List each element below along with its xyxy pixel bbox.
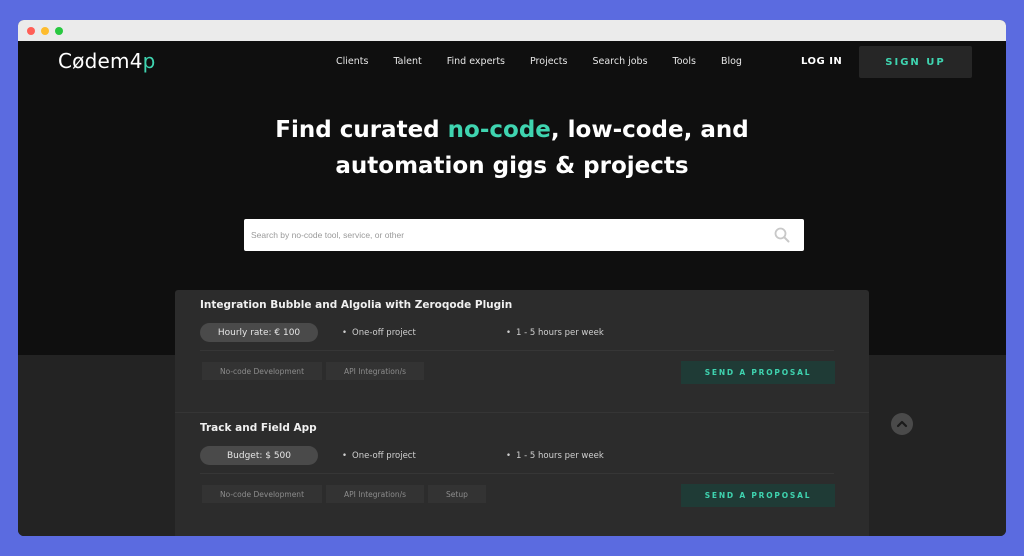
job-tag: API Integration/s [326,485,425,503]
nav-link-blog[interactable]: Blog [721,56,742,67]
job-tag: No-code Development [202,362,323,380]
nav-link-clients[interactable]: Clients [336,56,368,67]
nav-link-tools[interactable]: Tools [673,56,696,67]
job-tags: No-code Development API Integration/s [202,362,425,380]
search-input[interactable] [251,230,751,240]
browser-window: Cødem4p Clients Talent Find experts Proj… [18,20,1006,536]
job-project-type: One-off project [342,451,416,461]
logo-text-start: C [58,49,73,73]
search-icon[interactable] [774,227,790,243]
nav-link-search-jobs[interactable]: Search jobs [592,56,647,67]
nav-links: Clients Talent Find experts Projects Sea… [336,56,767,67]
send-proposal-button[interactable]: SEND A PROPOSAL [681,361,835,384]
job-project-type: One-off project [342,328,416,338]
nav-link-projects[interactable]: Projects [530,56,567,67]
job-title[interactable]: Integration Bubble and Algolia with Zero… [200,299,512,311]
job-card: Track and Field App Budget: $ 500 One-of… [175,412,869,534]
card-divider [200,473,834,474]
job-tag: No-code Development [202,485,323,503]
job-hours: 1 - 5 hours per week [506,451,604,461]
job-tags: No-code Development API Integration/s Se… [202,485,486,503]
chevron-up-icon [896,420,908,428]
job-title[interactable]: Track and Field App [200,422,317,434]
site-logo[interactable]: Cødem4p [58,49,156,73]
page-headline: Find curated no-code, low-code, and auto… [18,112,1006,184]
headline-line2: automation gigs & projects [335,153,689,179]
job-hours: 1 - 5 hours per week [506,328,604,338]
job-rate-badge: Hourly rate: € 100 [200,323,318,342]
job-card: Integration Bubble and Algolia with Zero… [175,290,869,412]
logo-text-mid: ødem4 [72,49,143,73]
minimize-window-button[interactable] [41,26,49,35]
job-tag: API Integration/s [326,362,425,380]
headline-line1-end: , low-code, and [550,117,749,143]
send-proposal-button[interactable]: SEND A PROPOSAL [681,484,835,507]
scroll-to-top-button[interactable] [891,413,913,435]
headline-highlight: no-code [447,117,551,143]
nav-link-talent[interactable]: Talent [393,56,421,67]
maximize-window-button[interactable] [55,26,63,35]
job-tag: Setup [428,485,486,503]
nav-link-find-experts[interactable]: Find experts [447,56,505,67]
headline-line1-start: Find curated [275,117,448,143]
job-list: Integration Bubble and Algolia with Zero… [175,290,869,536]
close-window-button[interactable] [27,26,35,35]
logo-text-end: p [142,49,156,73]
signup-button[interactable]: SIGN UP [859,46,972,78]
window-titlebar [18,20,1006,41]
job-rate-badge: Budget: $ 500 [200,446,318,465]
top-navigation: Cødem4p Clients Talent Find experts Proj… [18,41,1006,83]
card-divider [200,350,834,351]
search-bar [244,219,804,251]
login-link[interactable]: LOG IN [801,56,842,67]
